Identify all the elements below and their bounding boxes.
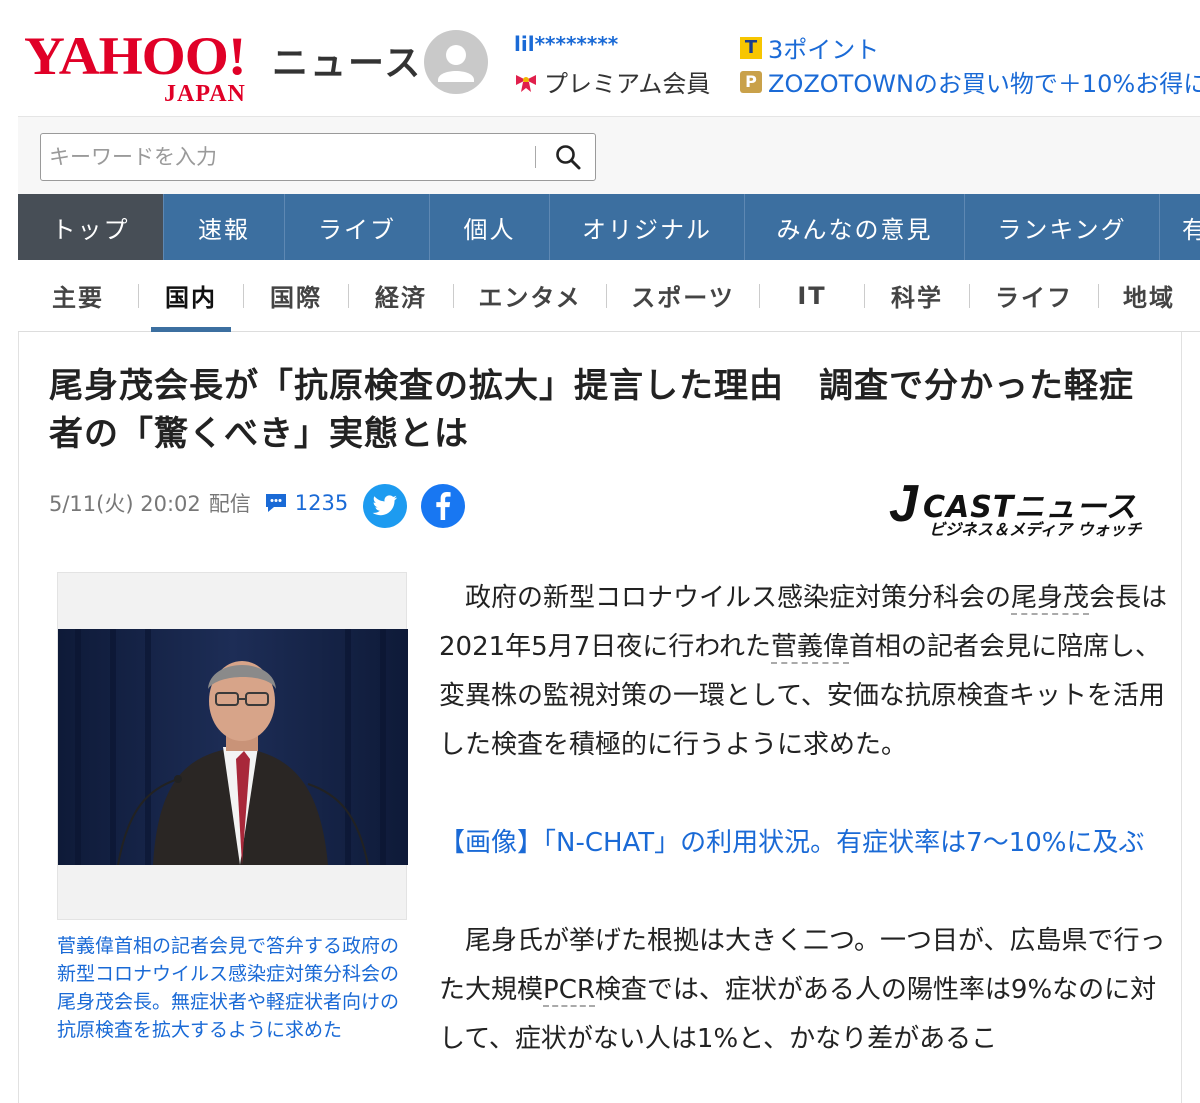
t-point-icon: T xyxy=(740,36,762,59)
category-life[interactable]: ライフ xyxy=(970,260,1098,332)
zozo-promo-label: ZOZOTOWNのお買い物で＋10%お得に xyxy=(768,70,1200,98)
person-link-omi[interactable]: 尾身茂 xyxy=(1011,583,1090,615)
page: YAHOO! JAPAN ニュース lil******** プレミアム会員 T … xyxy=(0,0,1200,1103)
username-link[interactable]: lil******** xyxy=(514,32,618,56)
comment-count: 1235 xyxy=(294,491,349,515)
points-label: 3ポイント xyxy=(768,36,880,64)
delivered-label: 配信 xyxy=(208,492,251,516)
image-link[interactable]: 【画像】「N-CHAT」の利用状況。有症状率は7〜10%に及ぶ xyxy=(439,819,1169,868)
category-divider xyxy=(138,283,139,308)
comment-link[interactable]: 1235 xyxy=(263,491,348,515)
category-main[interactable]: 主要 xyxy=(18,260,138,332)
search-divider xyxy=(535,146,536,168)
press-conference-photo xyxy=(58,629,408,865)
ribbon-icon xyxy=(516,74,536,92)
paragraph-2: 尾身氏が挙げた根拠は大きく二つ。一つ目が、広島県で行った大規模PCR検査では、症… xyxy=(439,917,1169,1064)
nav-original[interactable]: オリジナル xyxy=(550,194,745,260)
nav-live[interactable]: ライブ xyxy=(285,194,430,260)
category-region[interactable]: 地域 xyxy=(1099,260,1199,332)
search-icon xyxy=(556,145,581,170)
nav-opinions[interactable]: みんなの意見 xyxy=(745,194,965,260)
source-logo-j: J xyxy=(889,475,918,533)
person-link-suga[interactable]: 菅義偉 xyxy=(770,632,849,664)
nav-breaking[interactable]: 速報 xyxy=(164,194,285,260)
twitter-icon xyxy=(372,495,398,516)
premium-membership[interactable]: プレミアム会員 xyxy=(514,64,710,99)
zozo-promo-link[interactable]: P ZOZOTOWNのお買い物で＋10%お得に xyxy=(740,64,1200,99)
search-input[interactable] xyxy=(41,134,535,180)
paypay-bag-icon: P xyxy=(740,70,762,93)
section-title[interactable]: ニュース xyxy=(272,34,422,86)
article-photo-frame[interactable] xyxy=(57,572,408,920)
category-nav: 主要 国内 国際 経済 エンタメ スポーツ IT 科学 ライフ 地域 xyxy=(18,260,1200,332)
share-buttons xyxy=(363,484,465,528)
twitter-share-button[interactable] xyxy=(363,484,407,528)
search-area xyxy=(18,116,1200,194)
membership-label: プレミアム会員 xyxy=(544,70,711,98)
publish-date: 5/11(火) 20:02 xyxy=(49,492,201,516)
p1-text-a: 政府の新型コロナウイルス感染症対策分科会の xyxy=(465,583,1012,613)
article-meta: 5/11(火) 20:02 配信 1235 xyxy=(49,488,348,518)
user-icon xyxy=(438,45,474,82)
nav-ranking[interactable]: ランキング xyxy=(965,194,1160,260)
article-photo[interactable] xyxy=(58,629,408,865)
article-headline: 尾身茂会長が「抗原検査の拡大」提言した理由 調査で分かった軽症者の「驚くべき」実… xyxy=(49,366,1134,454)
keyword-link-pcr[interactable]: PCR xyxy=(543,975,595,1007)
nav-top[interactable]: トップ xyxy=(18,194,164,260)
site-header: YAHOO! JAPAN ニュース lil******** プレミアム会員 T … xyxy=(0,0,1200,116)
logo-sub-text: JAPAN xyxy=(164,81,246,107)
nav-individual[interactable]: 個人 xyxy=(430,194,550,260)
main-nav: トップ 速報 ライブ 個人 オリジナル みんなの意見 ランキング 有 xyxy=(18,194,1200,260)
jcast-news-logo[interactable]: J CASTニュース ビジネス＆メディア ウォッチ xyxy=(889,475,1159,539)
category-it[interactable]: IT xyxy=(760,260,864,332)
yahoo-japan-logo[interactable]: YAHOO! JAPAN xyxy=(24,26,274,106)
article: 尾身茂会長が「抗原検査の拡大」提言した理由 調査で分かった軽症者の「驚くべき」実… xyxy=(18,332,1182,1103)
nav-paid[interactable]: 有 xyxy=(1160,194,1200,260)
category-domestic[interactable]: 国内 xyxy=(151,260,231,332)
photo-caption[interactable]: 菅義偉首相の記者会見で答弁する政府の新型コロナウイルス感染症対策分科会の尾身茂会… xyxy=(57,932,407,1044)
category-science[interactable]: 科学 xyxy=(865,260,969,332)
comment-icon xyxy=(265,494,286,512)
category-international[interactable]: 国際 xyxy=(244,260,348,332)
category-economy[interactable]: 経済 xyxy=(349,260,453,332)
paragraph-1: 政府の新型コロナウイルス感染症対策分科会の尾身茂会長は2021年5月7日夜に行わ… xyxy=(439,574,1169,770)
search-box xyxy=(40,133,596,181)
category-entertainment[interactable]: エンタメ xyxy=(454,260,606,332)
article-body: 政府の新型コロナウイルス感染症対策分科会の尾身茂会長は2021年5月7日夜に行わ… xyxy=(439,574,1169,1103)
logo-main-text: YAHOO! xyxy=(24,26,247,86)
source-logo-sub: ビジネス＆メディア ウォッチ xyxy=(929,520,1142,539)
category-sports[interactable]: スポーツ xyxy=(607,260,759,332)
avatar[interactable] xyxy=(424,30,488,94)
t-points[interactable]: T 3ポイント xyxy=(740,30,879,65)
facebook-icon xyxy=(436,492,451,520)
search-button[interactable] xyxy=(545,138,591,176)
facebook-share-button[interactable] xyxy=(421,484,465,528)
